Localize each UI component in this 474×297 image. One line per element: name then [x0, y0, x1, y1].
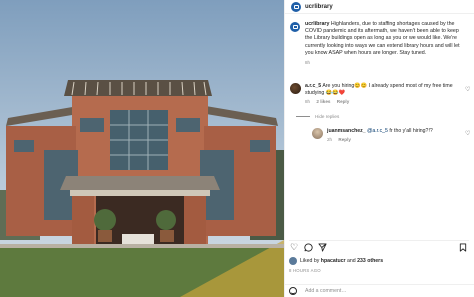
comment-text: Are you hiring😊😊 I already spend most of…	[305, 83, 453, 96]
comment-username[interactable]: a.r.c_5	[305, 83, 321, 89]
likes-connector: and	[347, 258, 356, 264]
comment-likes[interactable]: 2 likes	[316, 99, 330, 104]
post-caption: ucrlibrary Highlanders, due to staffing …	[290, 21, 466, 65]
comment-meta: 8h 2 likes Reply	[305, 99, 460, 104]
emoji-icon[interactable]	[289, 287, 297, 295]
share-icon[interactable]	[318, 243, 327, 252]
post-time-ago: 8 HOURS AGO	[289, 268, 321, 273]
author-avatar[interactable]	[291, 1, 301, 12]
caption-username[interactable]: ucrlibrary	[305, 21, 329, 27]
caption-text-block: ucrlibrary Highlanders, due to staffing …	[305, 21, 466, 57]
comment-meta: 2h Reply	[327, 137, 433, 142]
divider-line	[296, 116, 310, 117]
post-header: ucrlibrary	[285, 0, 474, 14]
add-comment-bar: Add a comment…	[284, 284, 474, 297]
caption-avatar[interactable]	[290, 22, 300, 32]
post-photo	[0, 0, 284, 297]
caption-text: Highlanders, due to staffing shortages c…	[305, 21, 460, 56]
comment-heart-icon[interactable]: ♡	[465, 130, 470, 137]
comment-text-block: a.r.c_5 Are you hiring😊😊 I already spend…	[305, 83, 460, 97]
comment-text-block: juanmsanchez_ @a.r.c_5 fr tho y'all hiri…	[327, 128, 433, 135]
liker-avatar	[289, 257, 297, 265]
caption-time: 8h	[305, 60, 311, 66]
hide-replies-label: Hide replies	[315, 114, 340, 119]
likes-others[interactable]: 233 others	[357, 258, 383, 264]
comment-icon[interactable]	[304, 243, 313, 252]
library-building-image	[0, 0, 284, 297]
commenter-avatar[interactable]	[312, 128, 323, 139]
comment-text: fr tho y'all hiring?!?	[389, 128, 433, 134]
comment-item: juanmsanchez_ @a.r.c_5 fr tho y'all hiri…	[312, 128, 462, 142]
action-bar: ♡	[289, 240, 469, 252]
likes-summary: Liked by hpacatucr and 233 others	[289, 257, 383, 265]
comment-mention[interactable]: @a.r.c_5	[367, 128, 388, 134]
add-comment-input[interactable]: Add a comment…	[305, 288, 347, 294]
reply-button[interactable]: Reply	[338, 137, 351, 142]
bookmark-icon[interactable]	[459, 243, 467, 252]
comment-heart-icon[interactable]: ♡	[465, 86, 470, 93]
author-username[interactable]: ucrlibrary	[305, 4, 333, 10]
heart-icon[interactable]: ♡	[290, 243, 298, 252]
commenter-avatar[interactable]	[290, 83, 301, 94]
hide-replies-toggle[interactable]: Hide replies	[296, 114, 339, 119]
reply-button[interactable]: Reply	[337, 99, 350, 104]
comment-time: 2h	[327, 137, 333, 142]
liker-username[interactable]: hpacatucr	[321, 258, 346, 264]
comment-item: a.r.c_5 Are you hiring😊😊 I already spend…	[290, 83, 460, 104]
comment-time: 8h	[305, 99, 311, 104]
likes-prefix: Liked by	[300, 258, 320, 264]
comment-username[interactable]: juanmsanchez_	[327, 128, 366, 134]
